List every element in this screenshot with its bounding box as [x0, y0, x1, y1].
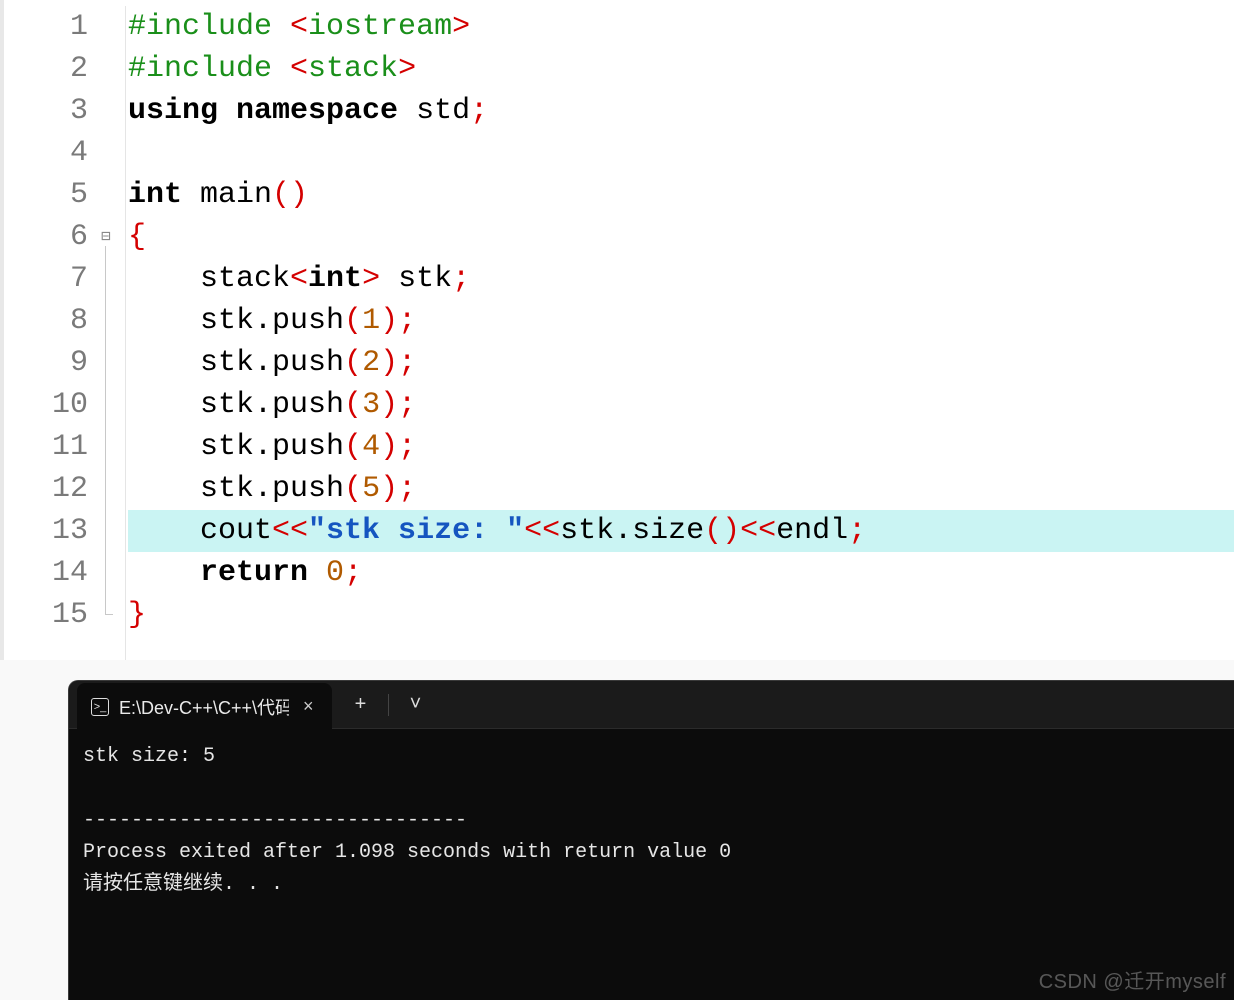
- line-number: 13: [4, 510, 94, 552]
- code-line[interactable]: #include <stack>: [128, 48, 1234, 90]
- terminal-tab-title: E:\Dev-C++\C++\代码: [119, 694, 289, 720]
- line-number: 2: [4, 48, 94, 90]
- line-number: 7: [4, 258, 94, 300]
- code-line[interactable]: int main(): [128, 174, 1234, 216]
- code-line[interactable]: #include <iostream>: [128, 6, 1234, 48]
- line-number: 6: [4, 216, 94, 258]
- line-number: 11: [4, 426, 94, 468]
- code-line[interactable]: cout<<"stk size: "<<stk.size()<<endl;: [128, 510, 1234, 552]
- separator: [388, 694, 389, 716]
- close-tab-button[interactable]: ×: [299, 696, 318, 717]
- code-line[interactable]: using namespace std;: [128, 90, 1234, 132]
- line-number: 4: [4, 132, 94, 174]
- code-line[interactable]: [128, 132, 1234, 174]
- code-editor[interactable]: 123456789101112131415 ⊟ #include <iostre…: [0, 0, 1234, 660]
- line-number: 8: [4, 300, 94, 342]
- line-number: 15: [4, 594, 94, 636]
- line-number: 1: [4, 6, 94, 48]
- fold-guide-line: [105, 246, 106, 614]
- code-line[interactable]: stk.push(4);: [128, 426, 1234, 468]
- line-number: 5: [4, 174, 94, 216]
- terminal-icon: >_: [91, 698, 109, 716]
- line-number-gutter: 123456789101112131415: [4, 6, 104, 660]
- code-line[interactable]: {: [128, 216, 1234, 258]
- new-tab-button[interactable]: +: [342, 688, 380, 722]
- tab-dropdown-button[interactable]: ˅: [397, 688, 435, 722]
- code-line[interactable]: stk.push(2);: [128, 342, 1234, 384]
- code-area[interactable]: #include <iostream>#include <stack>using…: [126, 6, 1234, 660]
- code-line[interactable]: stk.push(3);: [128, 384, 1234, 426]
- code-line[interactable]: stk.push(5);: [128, 468, 1234, 510]
- watermark: CSDN @迁开myself: [1039, 965, 1226, 994]
- code-line[interactable]: stk.push(1);: [128, 300, 1234, 342]
- line-number: 10: [4, 384, 94, 426]
- fold-column[interactable]: ⊟: [104, 6, 126, 660]
- terminal-titlebar: >_ E:\Dev-C++\C++\代码 × + ˅: [69, 681, 1234, 729]
- terminal-output[interactable]: stk size: 5 ----------------------------…: [69, 729, 1234, 913]
- line-number: 9: [4, 342, 94, 384]
- code-line[interactable]: }: [128, 594, 1234, 636]
- terminal-tab[interactable]: >_ E:\Dev-C++\C++\代码 ×: [77, 683, 332, 731]
- line-number: 3: [4, 90, 94, 132]
- line-number: 14: [4, 552, 94, 594]
- code-line[interactable]: stack<int> stk;: [128, 258, 1234, 300]
- titlebar-actions: + ˅: [342, 688, 435, 722]
- fold-toggle-icon[interactable]: ⊟: [98, 230, 114, 246]
- line-number: 12: [4, 468, 94, 510]
- terminal-window: >_ E:\Dev-C++\C++\代码 × + ˅ stk size: 5 -…: [68, 680, 1234, 1000]
- code-line[interactable]: return 0;: [128, 552, 1234, 594]
- fold-end-marker: [105, 614, 113, 615]
